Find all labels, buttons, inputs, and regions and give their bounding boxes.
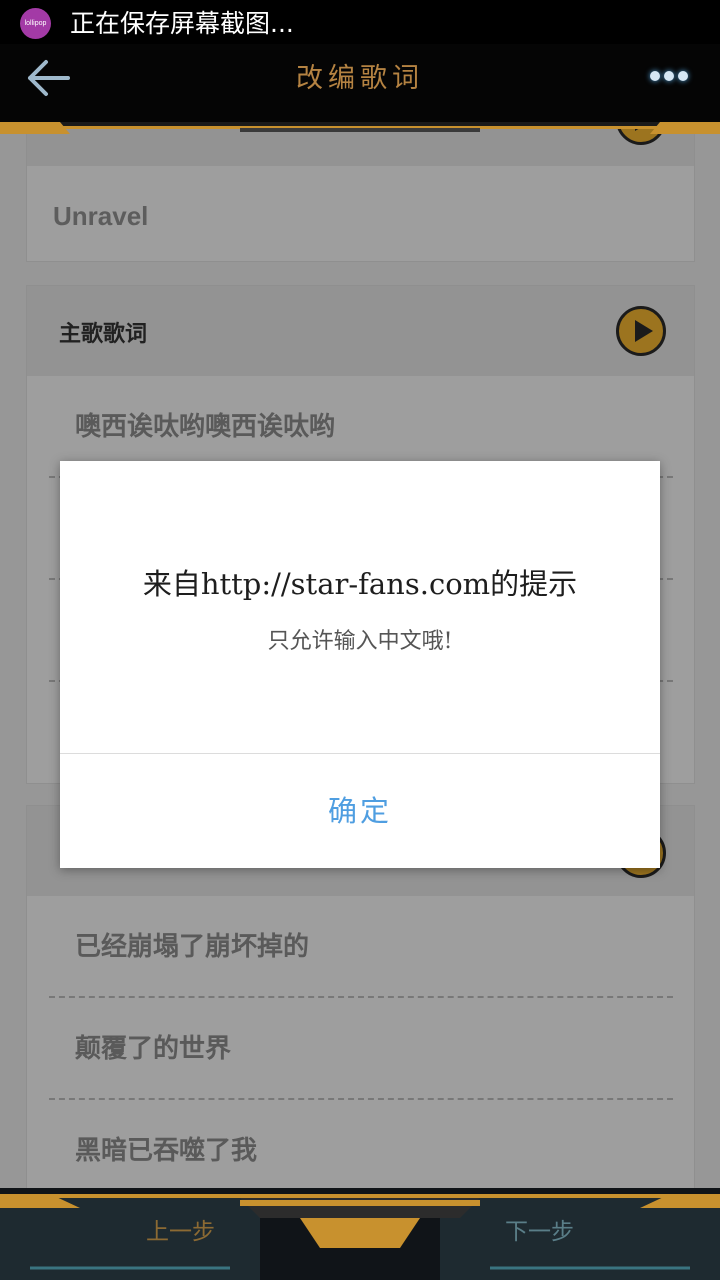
dialog-title: 来自http://star-fans.com的提示: [142, 567, 578, 601]
page-title: 改编歌词: [296, 63, 424, 94]
more-dots-icon: [650, 71, 660, 81]
more-dot: [678, 71, 688, 81]
more-dot: [664, 71, 674, 81]
header-decor-frame: [0, 122, 720, 134]
more-button[interactable]: [650, 66, 698, 88]
bottom-nav: 上一步 下一步: [0, 1188, 720, 1280]
prev-step-button[interactable]: 上一步: [146, 1212, 215, 1246]
status-app-logo: lollipop: [20, 8, 51, 39]
next-step-button[interactable]: 下一步: [505, 1212, 574, 1246]
status-message: 正在保存屏幕截图...: [70, 9, 294, 38]
status-bar: lollipop 正在保存屏幕截图...: [0, 0, 720, 44]
dialog-message: 只允许输入中文哦!: [267, 629, 453, 654]
confirm-button[interactable]: 确定: [60, 754, 660, 868]
app-header: 改编歌词: [0, 44, 720, 134]
bottom-decor-frame: [0, 1188, 720, 1280]
alert-dialog: 来自http://star-fans.com的提示 只允许输入中文哦! 确定: [60, 461, 660, 868]
